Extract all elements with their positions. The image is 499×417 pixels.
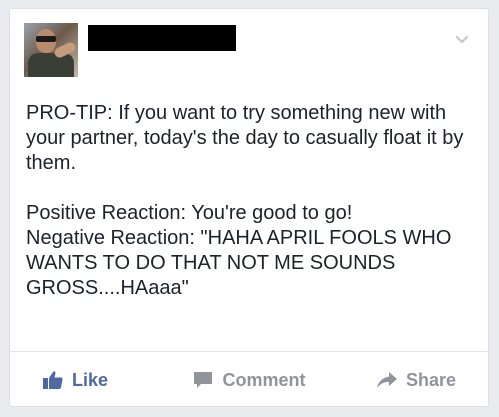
post-card: PRO-TIP: If you want to try something ne… [9,8,489,407]
post-paragraph: Positive Reaction: You're good to go! Ne… [26,202,452,299]
chevron-down-icon[interactable] [454,31,470,47]
post-header [10,9,488,89]
post-paragraph: PRO-TIP: If you want to try something ne… [26,102,464,174]
avatar-body-shape [28,53,74,77]
avatar-sunglasses-shape [36,36,56,42]
action-bar: Like Comment Share [10,352,488,406]
thumbs-up-icon [43,371,63,389]
comment-icon [194,372,213,388]
post-body-text: PRO-TIP: If you want to try something ne… [26,101,478,301]
share-label: Share [405,369,456,390]
share-arrow-icon [376,372,397,388]
redacted-author-name [88,25,236,51]
comment-label: Comment [222,369,306,390]
like-button[interactable]: Like [10,370,180,391]
like-label: Like [72,369,109,390]
share-button[interactable]: Share [318,370,488,391]
avatar[interactable] [24,23,78,77]
comment-button[interactable]: Comment [180,370,318,391]
